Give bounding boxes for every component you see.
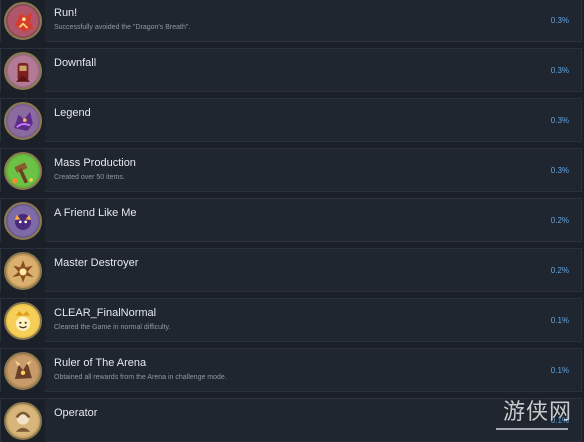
achievement-list: Run! Successfully avoided the "Dragon's … <box>0 0 584 442</box>
achievement-name: Ruler of The Arena <box>54 357 147 369</box>
achievement-percent: 0.1% <box>550 316 569 325</box>
achievement-icon-wrap <box>1 49 45 93</box>
purple-dragon-icon <box>4 102 42 140</box>
achievement-name: Run! <box>54 7 78 19</box>
achievement-name: A Friend Like Me <box>54 207 137 219</box>
achievement-percent: 0.2% <box>550 216 569 225</box>
achievement-row[interactable]: Run! Successfully avoided the "Dragon's … <box>0 0 582 43</box>
golden-explosion-icon <box>4 252 42 290</box>
achievement-percent: 0.3% <box>550 16 569 25</box>
achievement-row[interactable]: Downfall 0.3% <box>0 48 582 93</box>
arena-beast-icon <box>4 352 42 390</box>
crowned-face-icon <box>4 302 42 340</box>
achievement-row[interactable]: Ruler of The Arena Obtained all rewards … <box>0 348 582 393</box>
achievement-percent: 0.2% <box>550 266 569 275</box>
achievement-name: Downfall <box>54 57 97 69</box>
achievement-percent: 0.1% <box>550 366 569 375</box>
achievement-icon-wrap <box>1 249 45 293</box>
achievement-name: CLEAR_FinalNormal <box>54 307 157 319</box>
achievement-row[interactable]: Operator 0.1% <box>0 398 582 442</box>
achievement-row[interactable]: Mass Production Created over 50 items. 0… <box>0 148 582 193</box>
achievement-description: Successfully avoided the "Dragon's Breat… <box>54 24 191 31</box>
achievement-icon-wrap <box>1 0 45 43</box>
achievement-icon-wrap <box>1 299 45 343</box>
achievement-percent: 0.1% <box>550 416 569 425</box>
achievement-row[interactable]: Legend 0.3% <box>0 98 582 143</box>
achievement-name: Operator <box>54 407 98 419</box>
operator-icon <box>4 402 42 440</box>
achievement-icon-wrap <box>1 99 45 143</box>
achievement-name: Master Destroyer <box>54 257 139 269</box>
achievement-icon-wrap <box>1 399 45 442</box>
purple-creature-icon <box>4 202 42 240</box>
achievement-description: Created over 50 items. <box>54 174 125 181</box>
red-knight-icon <box>4 52 42 90</box>
achievement-percent: 0.3% <box>550 166 569 175</box>
achievement-description: Cleared the Game in normal difficulty. <box>54 324 171 331</box>
achievement-row[interactable]: CLEAR_FinalNormal Cleared the Game in no… <box>0 298 582 343</box>
achievement-name: Legend <box>54 107 91 119</box>
achievement-percent: 0.3% <box>550 66 569 75</box>
achievement-percent: 0.3% <box>550 116 569 125</box>
achievement-row[interactable]: A Friend Like Me 0.2% <box>0 198 582 243</box>
achievement-icon-wrap <box>1 199 45 243</box>
achievement-description: Obtained all rewards from the Arena in c… <box>54 374 227 381</box>
hammer-icon <box>4 152 42 190</box>
achievement-icon-wrap <box>1 149 45 193</box>
achievement-icon-wrap <box>1 349 45 393</box>
red-dragon-icon <box>4 2 42 40</box>
achievement-name: Mass Production <box>54 157 136 169</box>
achievement-row[interactable]: Master Destroyer 0.2% <box>0 248 582 293</box>
